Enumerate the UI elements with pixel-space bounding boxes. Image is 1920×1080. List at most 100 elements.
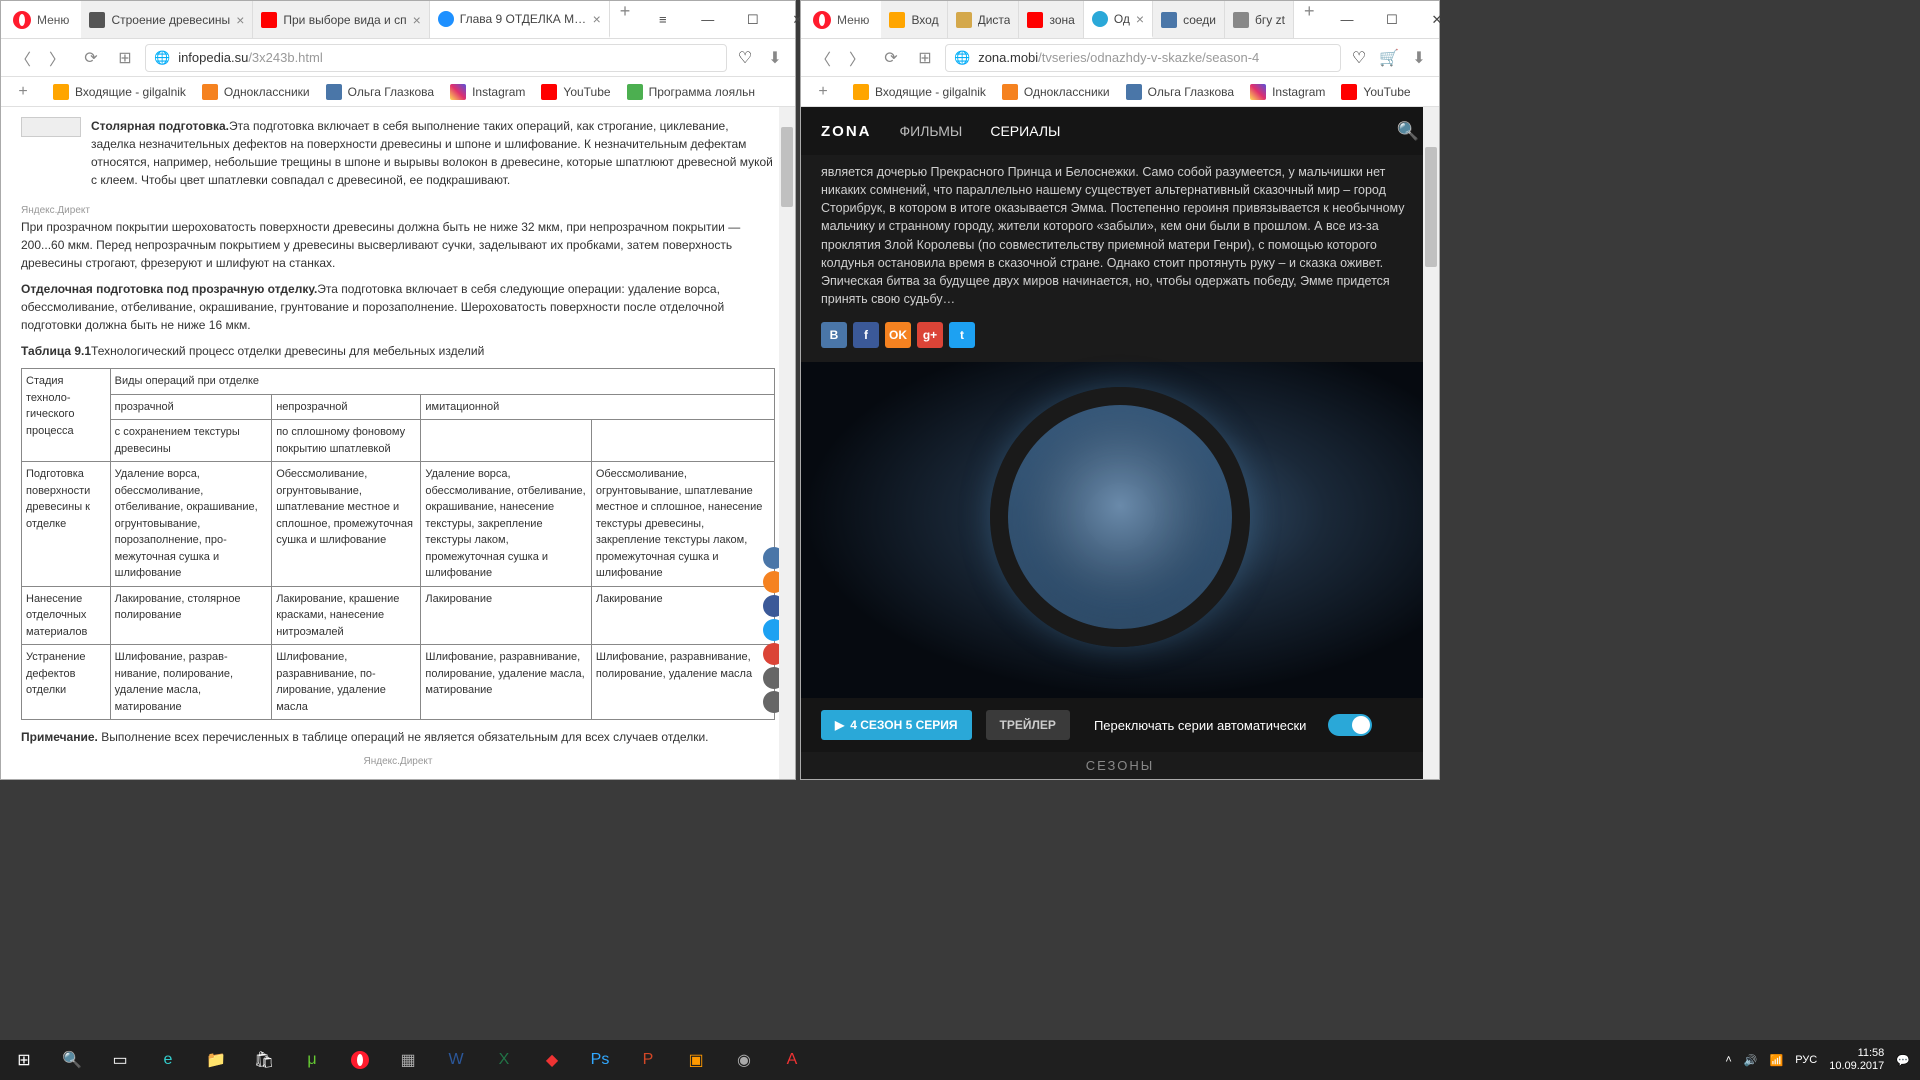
tab-close-icon[interactable]: ×: [413, 12, 421, 28]
explorer-icon[interactable]: 📁: [192, 1040, 240, 1080]
tab-bgu[interactable]: бгу zt: [1225, 1, 1294, 38]
speed-dial-button[interactable]: ⊞: [111, 44, 139, 72]
tab-label: При выборе вида и сп: [283, 13, 406, 27]
page-content-left: Столярная подготовка.Эта подготовка вклю…: [1, 107, 795, 779]
task-view-icon[interactable]: ▭: [96, 1040, 144, 1080]
trailer-button[interactable]: ТРЕЙЛЕР: [986, 710, 1070, 740]
vk-icon[interactable]: B: [821, 322, 847, 348]
reload-button[interactable]: ⟳: [877, 44, 905, 72]
nav-films[interactable]: ФИЛЬМЫ: [900, 123, 963, 139]
bookmark-inbox[interactable]: Входящие - gilgalnik: [853, 84, 986, 100]
bookmark-youtube[interactable]: YouTube: [541, 84, 610, 100]
new-tab-button[interactable]: +: [610, 1, 641, 38]
tab-close-icon[interactable]: ×: [1136, 11, 1144, 27]
maximize-button[interactable]: ☐: [1369, 1, 1414, 38]
bookmark-vk[interactable]: Ольга Глазкова: [1126, 84, 1234, 100]
scrollbar-thumb[interactable]: [1425, 147, 1437, 267]
opera-taskbar-icon[interactable]: [336, 1040, 384, 1080]
tab-menu-icon[interactable]: ≡: [640, 1, 685, 38]
photoshop-icon[interactable]: Ps: [576, 1040, 624, 1080]
autoswitch-toggle[interactable]: [1328, 714, 1372, 736]
minimize-button[interactable]: —: [685, 1, 730, 38]
download-icon[interactable]: ⬇: [763, 46, 787, 70]
opera-menu-button[interactable]: Меню: [801, 1, 881, 38]
scrollbar-thumb[interactable]: [781, 127, 793, 207]
tray-chevron-icon[interactable]: ˄: [1725, 1054, 1731, 1066]
scrollbar[interactable]: [779, 107, 795, 779]
download-icon[interactable]: ⬇: [1407, 46, 1431, 70]
bookmark-vk[interactable]: Ольга Глазкова: [326, 84, 434, 100]
tab-soedi[interactable]: соеди: [1153, 1, 1225, 38]
tab-yandex[interactable]: При выборе вида и сп ×: [253, 1, 429, 38]
video-player[interactable]: [801, 362, 1439, 698]
cart-icon[interactable]: 🛒: [1377, 46, 1401, 70]
forward-button[interactable]: 〉: [43, 44, 71, 72]
globe-icon: 🌐: [154, 50, 170, 66]
opera-menu-button[interactable]: Меню: [1, 1, 81, 38]
store-icon[interactable]: 🛍: [240, 1040, 288, 1080]
excel-icon[interactable]: X: [480, 1040, 528, 1080]
twitter-icon[interactable]: t: [949, 322, 975, 348]
fb-icon[interactable]: f: [853, 322, 879, 348]
heart-icon[interactable]: ♡: [1347, 46, 1371, 70]
bookmark-inbox[interactable]: Входящие - gilgalnik: [53, 84, 186, 100]
tab-vhod[interactable]: Вход: [881, 1, 947, 38]
utorrent-icon[interactable]: μ: [288, 1040, 336, 1080]
zona-logo[interactable]: ZONA: [821, 123, 872, 140]
bookmark-instagram[interactable]: Instagram: [450, 84, 525, 100]
minimize-button[interactable]: —: [1324, 1, 1369, 38]
bookmark-label: Входящие - gilgalnik: [75, 85, 186, 99]
maximize-button[interactable]: ☐: [730, 1, 775, 38]
tab-stroenie[interactable]: Строение древесины ×: [81, 1, 253, 38]
clock[interactable]: 11:58 10.09.2017: [1829, 1047, 1884, 1073]
reload-button[interactable]: ⟳: [77, 44, 105, 72]
language-indicator[interactable]: РУС: [1795, 1054, 1817, 1066]
tab-glava9[interactable]: Глава 9 ОТДЕЛКА МЕБ ×: [430, 1, 610, 38]
tab-od[interactable]: Од×: [1084, 1, 1153, 38]
bookmark-ok[interactable]: Одноклассники: [202, 84, 310, 100]
tab-close-icon[interactable]: ×: [593, 11, 601, 27]
bookmark-youtube[interactable]: YouTube: [1341, 84, 1410, 100]
forward-button[interactable]: 〉: [843, 44, 871, 72]
speed-dial-button[interactable]: ⊞: [911, 44, 939, 72]
ok-icon[interactable]: OK: [885, 322, 911, 348]
start-button[interactable]: ⊞: [0, 1040, 48, 1080]
app-icon-gray[interactable]: ◉: [720, 1040, 768, 1080]
volume-icon[interactable]: 🔊: [1744, 1054, 1758, 1067]
yandex-direct-label: Яндекс.Директ: [21, 754, 775, 769]
bookmark-label: Входящие - gilgalnik: [875, 85, 986, 99]
app-icon[interactable]: ▦: [384, 1040, 432, 1080]
window-controls-left: ≡ — ☐ ✕: [640, 1, 820, 38]
back-button[interactable]: 〈: [809, 44, 837, 72]
tab-dista[interactable]: Диста: [948, 1, 1020, 38]
back-button[interactable]: 〈: [9, 44, 37, 72]
bookmark-icon: [853, 84, 869, 100]
search-icon[interactable]: 🔍: [48, 1040, 96, 1080]
play-episode-button[interactable]: ▶4 СЕЗОН 5 СЕРИЯ: [821, 710, 972, 740]
app-icon-orange[interactable]: ▣: [672, 1040, 720, 1080]
action-center-icon[interactable]: 💬: [1896, 1054, 1910, 1067]
url-input[interactable]: 🌐 infopedia.su/3x243b.html: [145, 44, 727, 72]
network-icon[interactable]: 📶: [1770, 1054, 1784, 1067]
search-icon[interactable]: 🔍: [1397, 121, 1419, 142]
edge-icon[interactable]: e: [144, 1040, 192, 1080]
bookmark-ok[interactable]: Одноклассники: [1002, 84, 1110, 100]
table-row: Нанесение отделочных материаловЛакирован…: [22, 586, 775, 645]
acrobat-icon[interactable]: A: [768, 1040, 816, 1080]
close-button[interactable]: ✕: [1414, 1, 1459, 38]
gplus-icon[interactable]: g+: [917, 322, 943, 348]
app-icon-red[interactable]: ◆: [528, 1040, 576, 1080]
nav-series[interactable]: СЕРИАЛЫ: [990, 123, 1060, 139]
heart-icon[interactable]: ♡: [733, 46, 757, 70]
add-bookmark-button[interactable]: +: [9, 78, 37, 106]
tab-zona[interactable]: зона: [1019, 1, 1083, 38]
powerpoint-icon[interactable]: P: [624, 1040, 672, 1080]
add-bookmark-button[interactable]: +: [809, 78, 837, 106]
bookmark-loyalty[interactable]: Программа лояльн: [627, 84, 755, 100]
tab-close-icon[interactable]: ×: [236, 12, 244, 28]
url-input[interactable]: 🌐 zona.mobi/tvseries/odnazhdy-v-skazke/s…: [945, 44, 1341, 72]
scrollbar[interactable]: [1423, 107, 1439, 779]
bookmark-instagram[interactable]: Instagram: [1250, 84, 1325, 100]
word-icon[interactable]: W: [432, 1040, 480, 1080]
new-tab-button[interactable]: +: [1294, 1, 1325, 38]
